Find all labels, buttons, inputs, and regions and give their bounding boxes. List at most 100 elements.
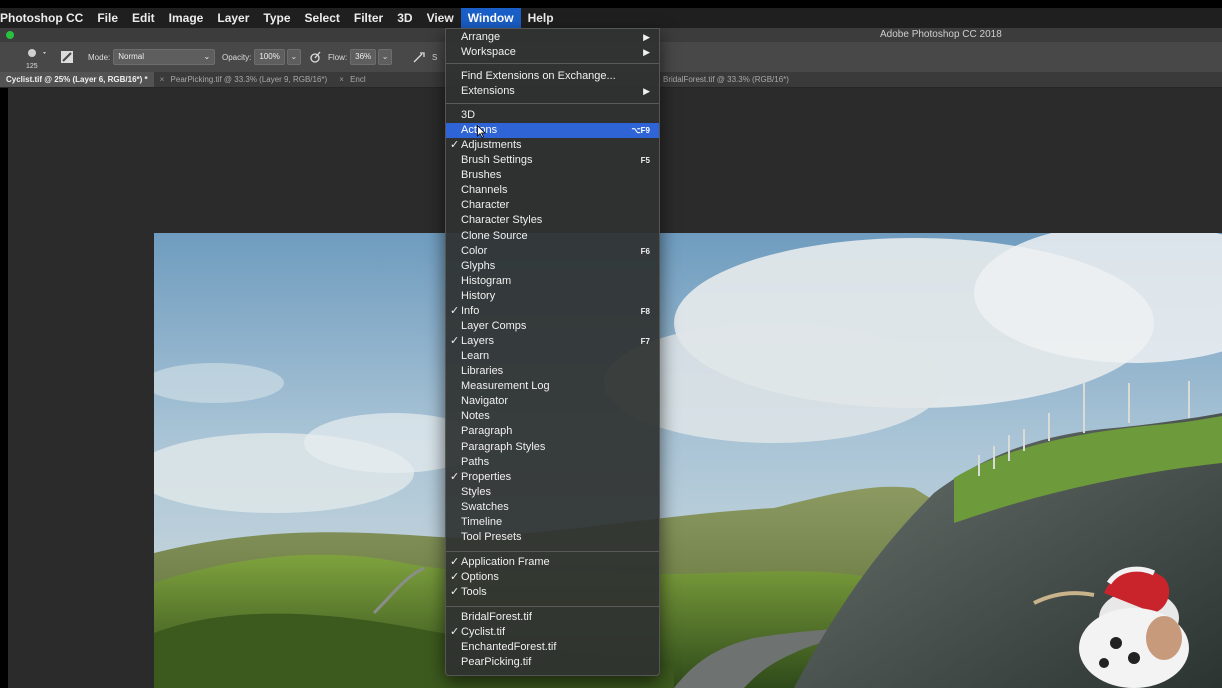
menu-view[interactable]: View <box>420 8 461 28</box>
menu-item-shortcut: F7 <box>640 337 650 347</box>
menu-item-clone-source[interactable]: Clone Source <box>446 229 659 244</box>
opacity-dropdown[interactable]: ⌄ <box>286 49 301 65</box>
menu-item-find-extensions[interactable]: Find Extensions on Exchange... <box>446 69 659 84</box>
menu-item-shortcut: ⌥F9 <box>631 126 650 136</box>
menu-item-label: Layer Comps <box>461 319 527 332</box>
menu-layer[interactable]: Layer <box>210 8 256 28</box>
menu-item-navigator[interactable]: Navigator <box>446 394 659 409</box>
menu-item-timeline[interactable]: Timeline <box>446 515 659 530</box>
airbrush-icon <box>413 52 425 63</box>
menu-item-layer-comps[interactable]: Layer Comps <box>446 319 659 334</box>
menu-item-label: Navigator <box>461 395 509 408</box>
menu-item-tool-presets[interactable]: Tool Presets <box>446 530 659 545</box>
tab-pearpicking[interactable]: × PearPicking.tif @ 33.3% (Layer 9, RGB/… <box>154 72 334 87</box>
menu-item-adjustments[interactable]: ✓ Adjustments <box>446 138 659 153</box>
menu-item-label: Brushes <box>461 169 502 182</box>
menu-item-options[interactable]: ✓ Options <box>446 570 659 585</box>
menu-item-workspace[interactable]: Workspace ▶ <box>446 45 659 60</box>
menu-file[interactable]: File <box>90 8 125 28</box>
pressure-opacity-toggle[interactable] <box>308 42 322 72</box>
menu-item-actions[interactable]: Actions⌥F9 <box>446 123 659 139</box>
menu-item-label: Color <box>461 244 488 257</box>
tab-cyclist[interactable]: Cyclist.tif @ 25% (Layer 6, RGB/16*) * <box>0 72 154 87</box>
document-canvas[interactable] <box>154 233 1222 688</box>
menu-item-measurement-log[interactable]: Measurement Log <box>446 379 659 394</box>
menu-item-label: Character Styles <box>461 214 543 227</box>
menu-item-libraries[interactable]: Libraries <box>446 364 659 379</box>
chevron-right-icon: ▶ <box>643 86 650 96</box>
brush-preset-picker[interactable]: 125 <box>22 42 48 72</box>
menu-select[interactable]: Select <box>298 8 347 28</box>
menu-item-pearpicking-tif[interactable]: PearPicking.tif <box>446 655 659 670</box>
menu-item-brush-settings[interactable]: Brush Settings F5 <box>446 153 659 168</box>
menu-3d[interactable]: 3D <box>390 8 419 28</box>
menu-help[interactable]: Help <box>521 8 561 28</box>
menu-item-enchantedforest-tif[interactable]: EnchantedForest.tif <box>446 640 659 655</box>
menu-separator <box>446 103 659 104</box>
menu-item-shortcut: F5 <box>640 156 650 166</box>
menu-item-paragraph-styles[interactable]: Paragraph Styles <box>446 440 659 455</box>
menu-type[interactable]: Type <box>256 8 297 28</box>
menu-item-label: Character <box>461 199 510 212</box>
brush-settings-toggle[interactable] <box>60 42 74 72</box>
menu-item-label: Measurement Log <box>461 380 550 393</box>
close-icon[interactable]: × <box>339 75 344 84</box>
menu-item-channels[interactable]: Channels <box>446 183 659 198</box>
menu-image[interactable]: Image <box>162 8 211 28</box>
menu-item-learn[interactable]: Learn <box>446 349 659 364</box>
tab-label: PearPicking.tif @ 33.3% (Layer 9, RGB/16… <box>170 75 328 84</box>
menu-edit[interactable]: Edit <box>125 8 162 28</box>
menu-item-info[interactable]: ✓ Info F8 <box>446 304 659 319</box>
menu-item-label: Find Extensions on Exchange... <box>461 70 616 82</box>
menu-item-label: Properties <box>461 470 512 483</box>
menu-item-label: Paragraph <box>461 425 513 438</box>
menu-item-histogram[interactable]: Histogram <box>446 274 659 289</box>
pressure-icon <box>310 51 321 63</box>
menu-item-swatches[interactable]: Swatches <box>446 500 659 515</box>
menu-item-character-styles[interactable]: Character Styles <box>446 213 659 228</box>
menu-item-notes[interactable]: Notes <box>446 409 659 424</box>
mouse-pointer-icon <box>477 125 486 139</box>
window-zoom-button[interactable] <box>6 31 14 39</box>
menu-item-label: Info <box>461 304 480 317</box>
flow-dropdown[interactable]: ⌄ <box>378 49 393 65</box>
menu-window[interactable]: Window <box>460 8 521 28</box>
menu-app-name[interactable]: Photoshop CC <box>0 8 90 28</box>
mode-label: Mode: <box>88 52 111 62</box>
menu-item-label: Workspace <box>461 46 516 58</box>
menu-separator <box>446 551 659 552</box>
menu-item-history[interactable]: History <box>446 289 659 304</box>
menu-item-cyclist-tif[interactable]: ✓ Cyclist.tif <box>446 625 659 640</box>
tab-enchantedforest[interactable]: × Encl <box>333 72 371 87</box>
menu-item-extensions[interactable]: Extensions ▶ <box>446 84 659 99</box>
menu-item-arrange[interactable]: Arrange ▶ <box>446 30 659 45</box>
checkmark-icon: ✓ <box>450 139 460 152</box>
menu-item-layers[interactable]: ✓ Layers F7 <box>446 334 659 349</box>
menu-item-label: Glyphs <box>461 259 496 272</box>
mode-select[interactable]: Normal ⌄ <box>113 49 216 65</box>
menu-item-glyphs[interactable]: Glyphs <box>446 259 659 274</box>
menu-item-color[interactable]: Color F6 <box>446 244 659 259</box>
menu-item-brushes[interactable]: Brushes <box>446 168 659 183</box>
menu-item-bridalforest-tif[interactable]: BridalForest.tif <box>446 610 659 625</box>
menu-item-paragraph[interactable]: Paragraph <box>446 424 659 439</box>
flow-input[interactable]: 36% <box>350 49 377 65</box>
menu-item-character[interactable]: Character <box>446 198 659 213</box>
close-icon[interactable]: × <box>160 75 165 84</box>
menu-item-paths[interactable]: Paths <box>446 455 659 470</box>
menu-item-3d[interactable]: 3D <box>446 108 659 123</box>
menu-separator <box>446 63 659 64</box>
checkmark-icon: ✓ <box>450 556 460 568</box>
airbrush-toggle[interactable] <box>412 42 426 72</box>
menu-item-properties[interactable]: ✓ Properties <box>446 470 659 485</box>
opacity-input[interactable]: 100% <box>254 49 285 65</box>
menu-item-label: Styles <box>461 485 491 498</box>
chevron-right-icon: ▶ <box>643 47 650 57</box>
menu-item-tools[interactable]: ✓ Tools <box>446 585 659 600</box>
tab-bridalforest[interactable]: BridalForest.tif @ 33.3% (RGB/16*) <box>657 72 795 87</box>
menu-item-styles[interactable]: Styles <box>446 485 659 500</box>
menu-item-label: Notes <box>461 410 490 423</box>
menu-item-application-frame[interactable]: ✓ Application Frame <box>446 555 659 570</box>
brush-size-value: 125 <box>26 63 38 70</box>
menu-filter[interactable]: Filter <box>347 8 390 28</box>
